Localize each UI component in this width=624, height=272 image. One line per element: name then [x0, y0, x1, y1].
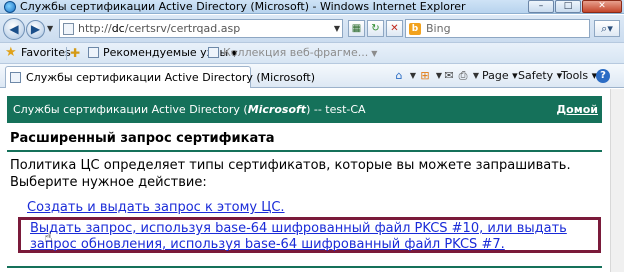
window-title: Службы сертификации Active Directory (Mi… [20, 0, 466, 13]
print-icon[interactable]: ⎙ [456, 69, 470, 83]
chevron-down-icon[interactable]: ▼ [469, 69, 483, 83]
divider [7, 150, 602, 152]
stop-icon: ✕ [390, 23, 399, 34]
header-banner: Службы сертификации Active Directory (Mi… [7, 96, 602, 123]
search-button[interactable]: ⌕▾ [594, 20, 620, 37]
compatibility-icon: ▦ [351, 23, 362, 34]
safety-menu[interactable]: Safety ▾ [518, 64, 562, 88]
submit-base64-request-link[interactable]: Выдать запрос, используя base-64 шифрова… [30, 221, 598, 253]
search-icon: ⌕▾ [601, 22, 613, 35]
description-text: Политика ЦС определяет типы сертификатов… [10, 158, 571, 190]
address-url[interactable]: http://dc/certsrv/certrqad.asp [78, 20, 240, 37]
rss-feeds-icon[interactable]: ⊞ [418, 69, 432, 83]
refresh-icon: ↻ [371, 23, 380, 34]
web-slice-icon [208, 47, 219, 58]
chevron-down-icon: ▼ [371, 49, 378, 58]
read-mail-icon[interactable]: ✉ [442, 69, 456, 83]
address-bar[interactable]: http://dc/certsrv/certrqad.asp ▼ [59, 19, 343, 38]
compatibility-view-button[interactable]: ▦ [348, 20, 365, 37]
internet-explorer-icon [4, 1, 16, 13]
separator [66, 47, 67, 60]
page-content: Службы сертификации Active Directory (Mi… [0, 89, 624, 272]
page-icon [88, 47, 99, 58]
tools-menu[interactable]: Tools ▾ [561, 64, 597, 88]
chevron-down-icon[interactable]: ▼ [334, 21, 340, 36]
forward-arrow-icon: ▶ [30, 22, 41, 36]
bing-icon: b [409, 23, 421, 35]
recent-pages-dropdown[interactable]: ▼ [47, 24, 53, 33]
back-button[interactable]: ◀ [3, 18, 25, 40]
divider [7, 266, 602, 268]
favorites-item-web-slice-gallery[interactable]: Коллекция веб-фрагме... ▼ [208, 43, 377, 64]
vertical-scrollbar[interactable] [610, 89, 624, 272]
home-link[interactable]: Домой [556, 96, 598, 123]
favorites-star-icon[interactable]: ★ [5, 45, 17, 61]
refresh-button[interactable]: ↻ [367, 20, 384, 37]
add-to-favorites-icon[interactable]: ✚ [70, 45, 80, 61]
highlight-box: Выдать запрос, используя base-64 шифрова… [18, 217, 601, 253]
hand-cursor-icon: ☝ [44, 230, 53, 246]
forward-button[interactable]: ▶ [26, 20, 45, 39]
create-request-link[interactable]: Создать и выдать запрос к этому ЦС. [27, 200, 285, 215]
window-controls: – □ ✕ [528, 0, 622, 13]
page-menu[interactable]: Page ▾ [482, 64, 518, 88]
stop-button[interactable]: ✕ [386, 20, 403, 37]
navigation-bar: ◀ ▶ ▼ http://dc/certsrv/certrqad.asp ▼ ▦… [0, 15, 624, 42]
favorites-button[interactable]: Favorites [21, 43, 71, 63]
page-icon [63, 23, 74, 35]
close-button[interactable]: ✕ [582, 0, 622, 13]
maximize-button[interactable]: □ [555, 0, 581, 13]
window-title-bar: Службы сертификации Active Directory (Mi… [0, 0, 624, 14]
search-input[interactable]: b Bing [405, 19, 590, 38]
banner-title: Службы сертификации Active Directory (Mi… [13, 103, 366, 116]
minimize-button[interactable]: – [528, 0, 554, 13]
favorites-bar: ★ Favorites ✚ Рекомендуемые узлы ▼ Коллек… [0, 42, 624, 63]
home-icon[interactable]: ⌂ [392, 69, 406, 83]
back-arrow-icon: ◀ [9, 22, 19, 36]
help-icon[interactable]: ? [596, 69, 610, 83]
page-title: Расширенный запрос сертификата [10, 131, 275, 146]
search-placeholder: Bing [426, 22, 451, 35]
page-icon [10, 72, 21, 83]
tab-active[interactable]: Службы сертификации Active Directory (Mi… [5, 66, 315, 88]
command-bar: Службы сертификации Active Directory (Mi… [0, 63, 624, 88]
